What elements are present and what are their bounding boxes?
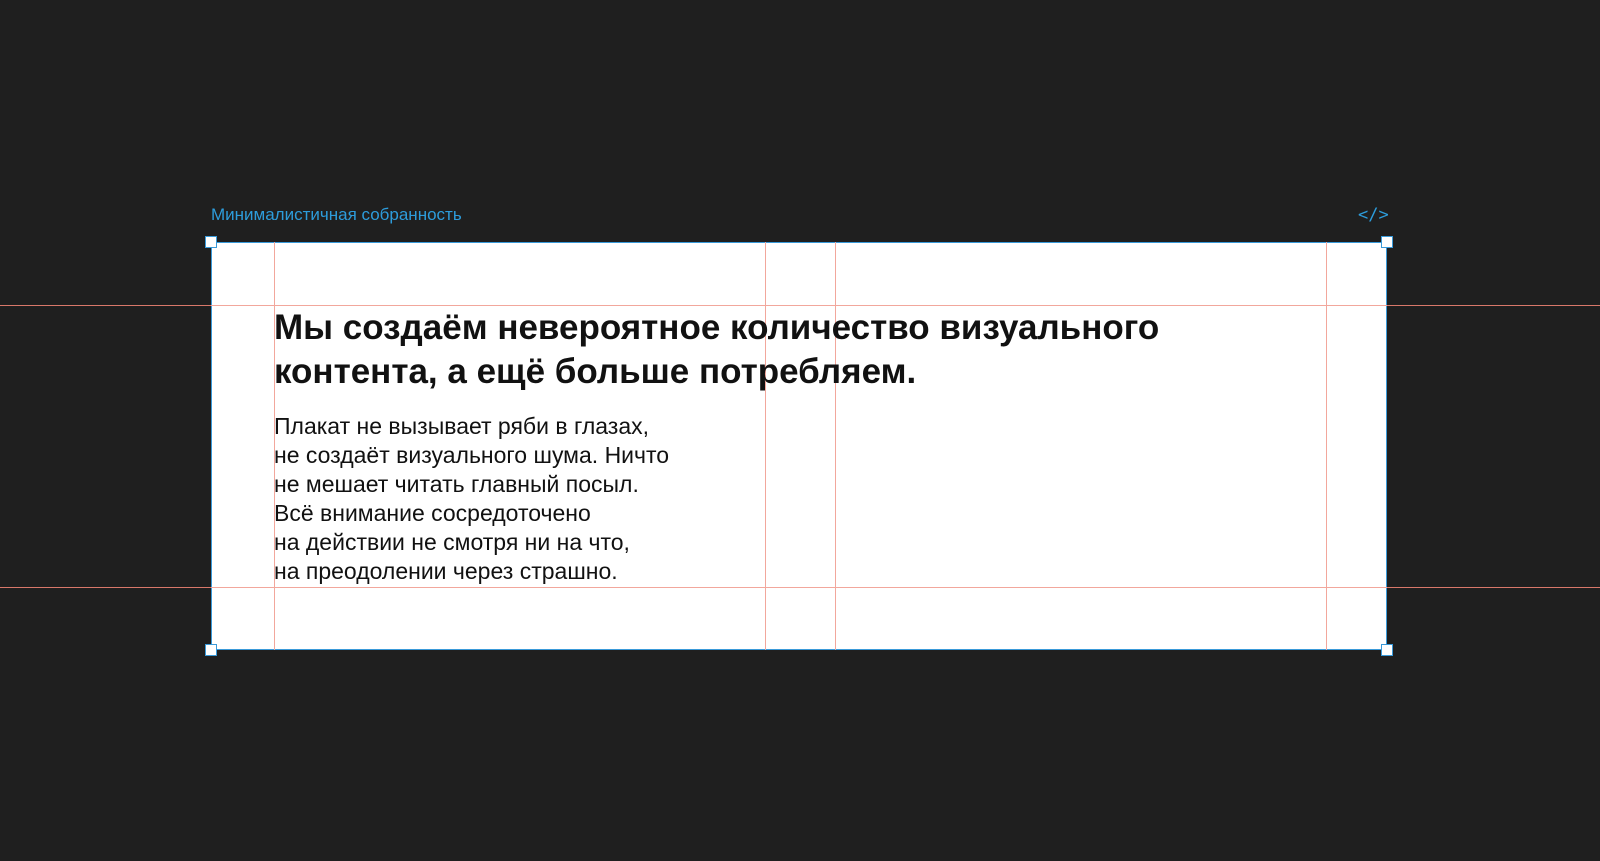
poster-body-text[interactable]: Плакат не вызывает ряби в глазах, не соз… (274, 412, 834, 586)
frame-label[interactable]: Минималистичная собранность (211, 205, 462, 225)
grid-guide-vertical (1326, 242, 1327, 650)
resize-handle-top-left[interactable] (205, 236, 217, 248)
code-icon[interactable]: </> (1358, 205, 1389, 225)
resize-handle-bottom-left[interactable] (205, 644, 217, 656)
resize-handle-bottom-right[interactable] (1381, 644, 1393, 656)
grid-guide-horizontal (211, 587, 1387, 588)
grid-guide-vertical (835, 242, 836, 650)
resize-handle-top-right[interactable] (1381, 236, 1393, 248)
poster-headline[interactable]: Мы создаём невероятное количество визуал… (274, 306, 1274, 394)
